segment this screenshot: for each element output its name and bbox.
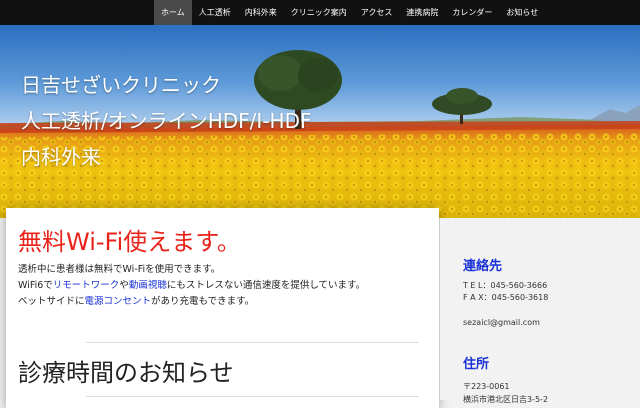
nav-item[interactable]: カレンダー [445, 0, 499, 25]
section-divider-2 [86, 396, 419, 397]
nav-item[interactable]: お知らせ [499, 0, 545, 25]
email-address[interactable]: sezaicl@gmail.com [463, 318, 540, 327]
wifi-paragraph-2: WiFi6でリモートワークや動画視聴にもストレスない通信速度を提供しています。 [18, 279, 365, 292]
power-outlet-link[interactable]: 電源コンセント [85, 296, 152, 307]
wifi-paragraph-1: 透析中に患者様は無料でWi-Fiを使用できます。 [18, 264, 221, 275]
video-streaming-link[interactable]: 動画視聴 [129, 280, 167, 291]
para2-text-c: にもストレスない通信速度を提供しています。 [166, 280, 366, 291]
para2-text-a: WiFi6で [18, 280, 53, 291]
fax-number: F A X：045-560-3618 [463, 293, 549, 302]
remote-work-link[interactable]: リモートワーク [53, 280, 120, 291]
hero-service-line: 人工透析/オンラインHDF/I-HDF [21, 109, 312, 133]
main-content: 無料Wi-Fi使えます。 透析中に患者様は無料でWi-Fiを使用できます。 Wi… [6, 208, 439, 408]
nav-item[interactable]: クリニック案内 [284, 0, 354, 25]
hero-clinic-name: 日吉せざいクリニック [21, 73, 221, 97]
para3-text-b: があり充電もできます。 [151, 296, 255, 307]
top-nav-bar: ホーム 人工透析 内科外来 クリニック案内 アクセス 連携病院 カレンダー お知らせ [0, 0, 640, 25]
sidebar: 連絡先 T E L：045-560-3666 F A X：045-560-361… [440, 218, 640, 404]
nav-item[interactable]: 人工透析 [192, 0, 238, 25]
nav-item[interactable]: ホーム [154, 0, 192, 25]
section-divider [86, 342, 419, 343]
nav-item[interactable]: 内科外来 [238, 0, 284, 25]
nav-item[interactable]: アクセス [354, 0, 400, 25]
phone-number[interactable]: T E L：045-560-3666 [463, 280, 547, 291]
para3-text-a: ベットサイドに [18, 296, 85, 307]
address-heading: 住所 [463, 357, 490, 372]
nav-menu: ホーム 人工透析 内科外来 クリニック案内 アクセス 連携病院 カレンダー お知らせ [154, 0, 545, 25]
para2-text-b: や [119, 280, 129, 291]
clinic-hours-heading: 診療時間のお知らせ [18, 359, 234, 387]
contact-heading: 連絡先 [463, 259, 503, 274]
wifi-heading: 無料Wi-Fi使えます。 [18, 228, 241, 256]
wifi-paragraph-3: ベットサイドに電源コンセントがあり充電もできます。 [18, 295, 254, 308]
postal-code: 〒223-0061 [463, 382, 510, 391]
hero-banner: 日吉せざいクリニック 人工透析/オンラインHDF/I-HDF 内科外来 [0, 25, 640, 218]
hero-department-line: 内科外来 [21, 145, 101, 169]
nav-item[interactable]: 連携病院 [399, 0, 445, 25]
